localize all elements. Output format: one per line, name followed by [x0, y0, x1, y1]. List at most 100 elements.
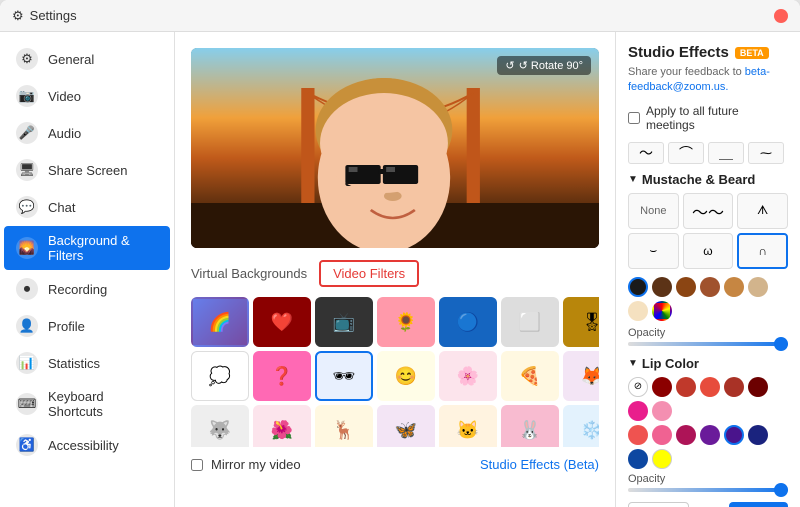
filter-cat[interactable]: 🐱	[439, 405, 497, 447]
color-rainbow[interactable]	[652, 301, 672, 321]
opacity-slider-1[interactable]	[628, 342, 788, 346]
filter-red[interactable]: ❤️	[253, 297, 311, 347]
beard-style5[interactable]: ∩	[737, 233, 788, 269]
sidebar-icon-video: 📷	[16, 85, 38, 107]
apply-row: Apply to all future meetings	[628, 104, 788, 132]
filter-sunflower[interactable]: 🌻	[377, 297, 435, 347]
filter-fox[interactable]: 🦊	[563, 351, 599, 401]
filter-speech[interactable]: 💭	[191, 351, 249, 401]
opacity-thumb-2	[774, 483, 788, 497]
brow-3[interactable]: ＿	[708, 142, 744, 164]
filter-flower[interactable]: 🌸	[439, 351, 497, 401]
filter-blue[interactable]: 🔵	[439, 297, 497, 347]
lip-navy[interactable]	[748, 425, 768, 445]
virtual-bg-tab[interactable]: Virtual Backgrounds	[191, 266, 307, 281]
sidebar-item-keyboard-shortcuts[interactable]: ⌨Keyboard Shortcuts	[4, 382, 170, 426]
color-tan[interactable]	[724, 277, 744, 297]
sidebar-item-chat[interactable]: 💬Chat	[4, 189, 170, 225]
sidebar-label-recording: Recording	[48, 282, 107, 297]
lip-colors-row1: ⊘	[628, 377, 788, 421]
close-button[interactable]: Close	[729, 502, 788, 507]
settings-window: ⚙ Settings ⚙General 📷 Video 🎤Audio🖥Share Sc…	[0, 0, 800, 507]
mustache-section-title[interactable]: ▼ Mustache & Beard	[628, 172, 788, 187]
lip-colors-row2	[628, 425, 788, 469]
lip-violet[interactable]	[724, 425, 744, 445]
hair-color-row	[628, 277, 788, 321]
lip-maroon[interactable]	[748, 377, 768, 397]
main-area: ⚙General 📷 Video 🎤Audio🖥Share Screen💬Chat🌄B…	[0, 32, 800, 507]
color-sienna[interactable]	[700, 277, 720, 297]
lip-red[interactable]	[676, 377, 696, 397]
filter-white[interactable]: ⬜	[501, 297, 559, 347]
beard-style4[interactable]: ω	[683, 233, 734, 269]
filter-smile[interactable]: 😊	[377, 351, 435, 401]
lip-purple[interactable]	[700, 425, 720, 445]
opacity-slider-2[interactable]	[628, 488, 788, 492]
filter-wolf[interactable]: 🐺	[191, 405, 249, 447]
brow-4[interactable]: ⁓	[748, 142, 784, 164]
sidebar-icon-chat: 💬	[16, 196, 38, 218]
sidebar-label-profile: Profile	[48, 319, 85, 334]
filter-snow[interactable]: ❄️	[563, 405, 599, 447]
lip-none[interactable]: ⊘	[628, 377, 648, 397]
lip-crimson[interactable]	[724, 377, 744, 397]
sidebar-item-background[interactable]: 🌄Background & Filters	[4, 226, 170, 270]
sidebar-item-accessibility[interactable]: ♿ Accessibility	[4, 427, 170, 463]
sidebar-item-recording[interactable]: ⏺Recording	[4, 271, 170, 307]
color-darkbrown[interactable]	[652, 277, 672, 297]
lip-brightred[interactable]	[700, 377, 720, 397]
window-title: ⚙ Settings	[12, 8, 77, 24]
mirror-row: Mirror my video Studio Effects (Beta)	[191, 457, 599, 472]
filter-medal[interactable]: 🎖	[563, 297, 599, 347]
filter-bunny[interactable]: 🐰	[501, 405, 559, 447]
filter-butterfly[interactable]: 🦋	[377, 405, 435, 447]
filter-tv[interactable]: 📺	[315, 297, 373, 347]
lip-salmon[interactable]	[628, 425, 648, 445]
brow-2[interactable]: ⌒	[668, 142, 704, 164]
sidebar-label-accessibility: Accessibility	[48, 438, 119, 453]
sidebar-icon-audio: 🎤	[16, 122, 38, 144]
lip-pink[interactable]	[628, 401, 648, 421]
lip-lightpink[interactable]	[652, 401, 672, 421]
filter-pizza[interactable]: 🍕	[501, 351, 559, 401]
sidebar-item-audio[interactable]: 🎤Audio	[4, 115, 170, 151]
sidebar-icon-accessibility: ♿	[16, 434, 38, 456]
filter-reindeer[interactable]: 🦌	[315, 405, 373, 447]
lip-yellow[interactable]	[652, 449, 672, 469]
filter-question[interactable]: ❓	[253, 351, 311, 401]
beard-style3[interactable]: ⌣	[628, 233, 679, 269]
sidebar-item-video[interactable]: 📷 Video	[4, 78, 170, 114]
color-brown[interactable]	[676, 277, 696, 297]
filters-grid: 🌈 ❤️ 📺 🌻 🔵 ⬜ 🎖 ⬛ 💭 ❓ 🕶 😊 🌸 🍕 🦊 🎭 🐺	[191, 297, 599, 447]
beard-style2[interactable]: ᗑ	[737, 193, 788, 229]
lip-section-title[interactable]: ▼ Lip Color	[628, 356, 788, 371]
lip-berry[interactable]	[676, 425, 696, 445]
lip-blue[interactable]	[628, 449, 648, 469]
reset-button[interactable]: Reset	[628, 502, 689, 507]
color-light[interactable]	[628, 301, 648, 321]
filter-hibiscus[interactable]: 🌺	[253, 405, 311, 447]
studio-effects-link[interactable]: Studio Effects (Beta)	[480, 457, 599, 472]
mirror-checkbox[interactable]	[191, 459, 203, 471]
sidebar-item-statistics[interactable]: 📊Statistics	[4, 345, 170, 381]
rotate-button[interactable]: ↺ ↺ Rotate 90°	[497, 56, 591, 75]
color-beige[interactable]	[748, 277, 768, 297]
filter-glasses[interactable]: 🕶	[315, 351, 373, 401]
apply-checkbox[interactable]	[628, 112, 640, 124]
beard-style1[interactable]: 〜〜	[683, 193, 734, 229]
video-filters-tab[interactable]: Video Filters	[319, 260, 419, 287]
brows-row: 〜 ⌒ ＿ ⁓	[628, 142, 788, 164]
chevron-down-icon: ▼	[628, 174, 638, 185]
sidebar-item-share-screen[interactable]: 🖥Share Screen	[4, 152, 170, 188]
brow-1[interactable]: 〜	[628, 142, 664, 164]
close-window-button[interactable]	[774, 9, 788, 23]
color-black[interactable]	[628, 277, 648, 297]
beard-none[interactable]: None	[628, 193, 679, 229]
sidebar-label-video: Video	[48, 89, 81, 104]
filter-rainbow[interactable]: 🌈	[191, 297, 249, 347]
sidebar-item-profile[interactable]: 👤Profile	[4, 308, 170, 344]
lip-fuchsia[interactable]	[652, 425, 672, 445]
sidebar-item-general[interactable]: ⚙General	[4, 41, 170, 77]
rotate-icon: ↺	[505, 59, 514, 72]
lip-darkred[interactable]	[652, 377, 672, 397]
